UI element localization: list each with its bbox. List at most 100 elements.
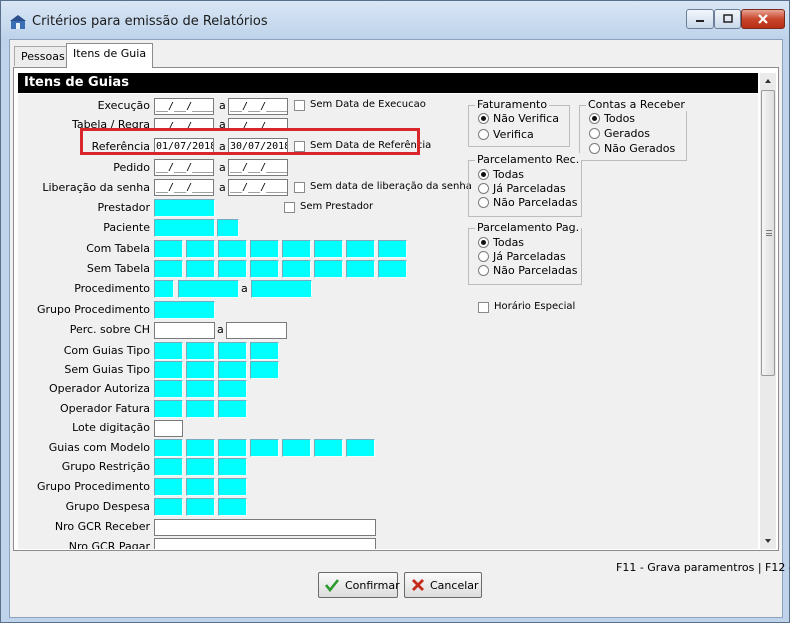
sem-tabela-input-4[interactable]	[250, 260, 279, 278]
com-guias-tipo-input-3[interactable]	[218, 342, 247, 360]
sem-data-liberacao-checkbox[interactable]	[294, 182, 305, 193]
scroll-down-icon[interactable]	[760, 533, 776, 549]
sem-tabela-input-6[interactable]	[314, 260, 343, 278]
com-guias-tipo-input-1[interactable]	[154, 342, 183, 360]
parcelamento-pag-group: Parcelamento Pag. Todas Já Parceladas Nã…	[468, 221, 582, 285]
contas-receber-nao-gerados-radio[interactable]	[589, 143, 600, 154]
panel-header: Itens de Guias	[18, 73, 758, 93]
guias-com-modelo-input-3[interactable]	[218, 439, 247, 457]
sem-tabela-input-5[interactable]	[282, 260, 311, 278]
pedido-from-input[interactable]: __/__/____	[154, 159, 214, 176]
lote-digitacao-input[interactable]	[154, 420, 183, 437]
grupo-restricao-input-2[interactable]	[186, 458, 215, 476]
execucao-to-input[interactable]: __/__/____	[228, 98, 288, 115]
sem-guias-tipo-input-2[interactable]	[186, 361, 215, 379]
contas-receber-todos-radio[interactable]	[589, 113, 600, 124]
operador-fatura-input-3[interactable]	[218, 400, 247, 418]
com-tabela-input-4[interactable]	[250, 240, 279, 258]
shortcut-hint: F11 - Grava paramentros | F12 - Lê	[616, 561, 790, 574]
scroll-thumb[interactable]	[761, 90, 775, 376]
liberacao-from-input[interactable]: __/__/____	[154, 179, 214, 196]
perc-ch-sep: a	[217, 323, 224, 336]
guias-com-modelo-input-7[interactable]	[346, 439, 375, 457]
pedido-to-input[interactable]: __/__/____	[228, 159, 288, 176]
minimize-icon	[696, 20, 704, 22]
com-tabela-input-1[interactable]	[154, 240, 183, 258]
prestador-input[interactable]	[154, 199, 215, 217]
operador-autoriza-input-3[interactable]	[218, 380, 247, 398]
vertical-scrollbar[interactable]	[760, 73, 776, 549]
nro-gcr-receber-input[interactable]	[154, 519, 376, 536]
com-tabela-input-6[interactable]	[314, 240, 343, 258]
close-button[interactable]	[741, 9, 785, 29]
minimize-button[interactable]	[686, 9, 714, 29]
com-guias-tipo-input-2[interactable]	[186, 342, 215, 360]
sem-data-execucao-checkbox[interactable]	[294, 100, 305, 111]
sem-tabela-input-8[interactable]	[378, 260, 407, 278]
tab-pessoas[interactable]: Pessoas	[14, 46, 72, 66]
tab-pessoas-label: Pessoas	[21, 50, 65, 63]
tab-itens-de-guia[interactable]: Itens de Guia	[66, 43, 154, 68]
operador-fatura-label: Operador Fatura	[59, 402, 150, 415]
liberacao-to-input[interactable]: __/__/____	[228, 179, 288, 196]
grupo-procedimento2-input-1[interactable]	[154, 478, 183, 496]
scroll-up-icon[interactable]	[760, 73, 776, 89]
confirmar-button[interactable]: Confirmar	[318, 572, 400, 598]
grupo-procedimento2-input-2[interactable]	[186, 478, 215, 496]
com-tabela-input-7[interactable]	[346, 240, 375, 258]
parcelamento-rec-nao-parceladas-radio[interactable]	[478, 197, 489, 208]
operador-fatura-input-2[interactable]	[186, 400, 215, 418]
guias-com-modelo-input-4[interactable]	[250, 439, 279, 457]
guias-com-modelo-input-6[interactable]	[314, 439, 343, 457]
perc-ch-from-input[interactable]	[154, 322, 215, 339]
sem-prestador-checkbox[interactable]	[284, 202, 295, 213]
parcelamento-rec-ja-parceladas-radio[interactable]	[478, 183, 489, 194]
sem-tabela-input-3[interactable]	[218, 260, 247, 278]
faturamento-verifica-radio[interactable]	[478, 129, 489, 140]
guias-com-modelo-input-1[interactable]	[154, 439, 183, 457]
grupo-despesa-input-1[interactable]	[154, 498, 183, 516]
sem-guias-tipo-input-3[interactable]	[218, 361, 247, 379]
paciente-lookup[interactable]	[217, 219, 239, 237]
com-tabela-input-3[interactable]	[218, 240, 247, 258]
procedimento-type-input[interactable]	[154, 280, 174, 298]
sem-tabela-input-7[interactable]	[346, 260, 375, 278]
com-tabela-input-8[interactable]	[378, 240, 407, 258]
com-tabela-input-5[interactable]	[282, 240, 311, 258]
com-guias-tipo-input-4[interactable]	[250, 342, 279, 360]
operador-autoriza-input-1[interactable]	[154, 380, 183, 398]
com-tabela-input-2[interactable]	[186, 240, 215, 258]
grupo-procedimento-input[interactable]	[154, 301, 215, 319]
grupo-procedimento2-input-3[interactable]	[218, 478, 247, 496]
horario-especial-checkbox[interactable]	[478, 302, 489, 313]
guias-com-modelo-input-2[interactable]	[186, 439, 215, 457]
parcelamento-rec-nao-parceladas-label: Não Parceladas	[493, 196, 578, 209]
guias-com-modelo-input-5[interactable]	[282, 439, 311, 457]
parcelamento-pag-nao-parceladas-radio[interactable]	[478, 265, 489, 276]
sem-guias-tipo-input-4[interactable]	[250, 361, 279, 379]
nro-gcr-pagar-input[interactable]	[154, 538, 376, 549]
sem-tabela-input-2[interactable]	[186, 260, 215, 278]
procedimento-to-input[interactable]	[251, 280, 312, 298]
grupo-despesa-input-3[interactable]	[218, 498, 247, 516]
parcelamento-rec-title: Parcelamento Rec.	[475, 153, 582, 166]
operador-autoriza-input-2[interactable]	[186, 380, 215, 398]
grupo-restricao-input-3[interactable]	[218, 458, 247, 476]
faturamento-nao-verifica-radio[interactable]	[478, 113, 489, 124]
procedimento-from-input[interactable]	[178, 280, 239, 298]
grupo-restricao-input-1[interactable]	[154, 458, 183, 476]
parcelamento-pag-todas-radio[interactable]	[478, 237, 489, 248]
contas-receber-gerados-radio[interactable]	[589, 128, 600, 139]
tab-itens-label: Itens de Guia	[73, 47, 147, 60]
sem-guias-tipo-input-1[interactable]	[154, 361, 183, 379]
maximize-button[interactable]	[714, 9, 741, 29]
cancelar-button[interactable]: Cancelar	[404, 572, 482, 598]
grupo-despesa-input-2[interactable]	[186, 498, 215, 516]
parcelamento-pag-ja-parceladas-radio[interactable]	[478, 251, 489, 262]
perc-ch-to-input[interactable]	[226, 322, 287, 339]
paciente-input[interactable]	[154, 219, 215, 237]
execucao-from-input[interactable]: __/__/____	[154, 98, 214, 115]
operador-fatura-input-1[interactable]	[154, 400, 183, 418]
parcelamento-rec-todas-radio[interactable]	[478, 169, 489, 180]
sem-tabela-input-1[interactable]	[154, 260, 183, 278]
